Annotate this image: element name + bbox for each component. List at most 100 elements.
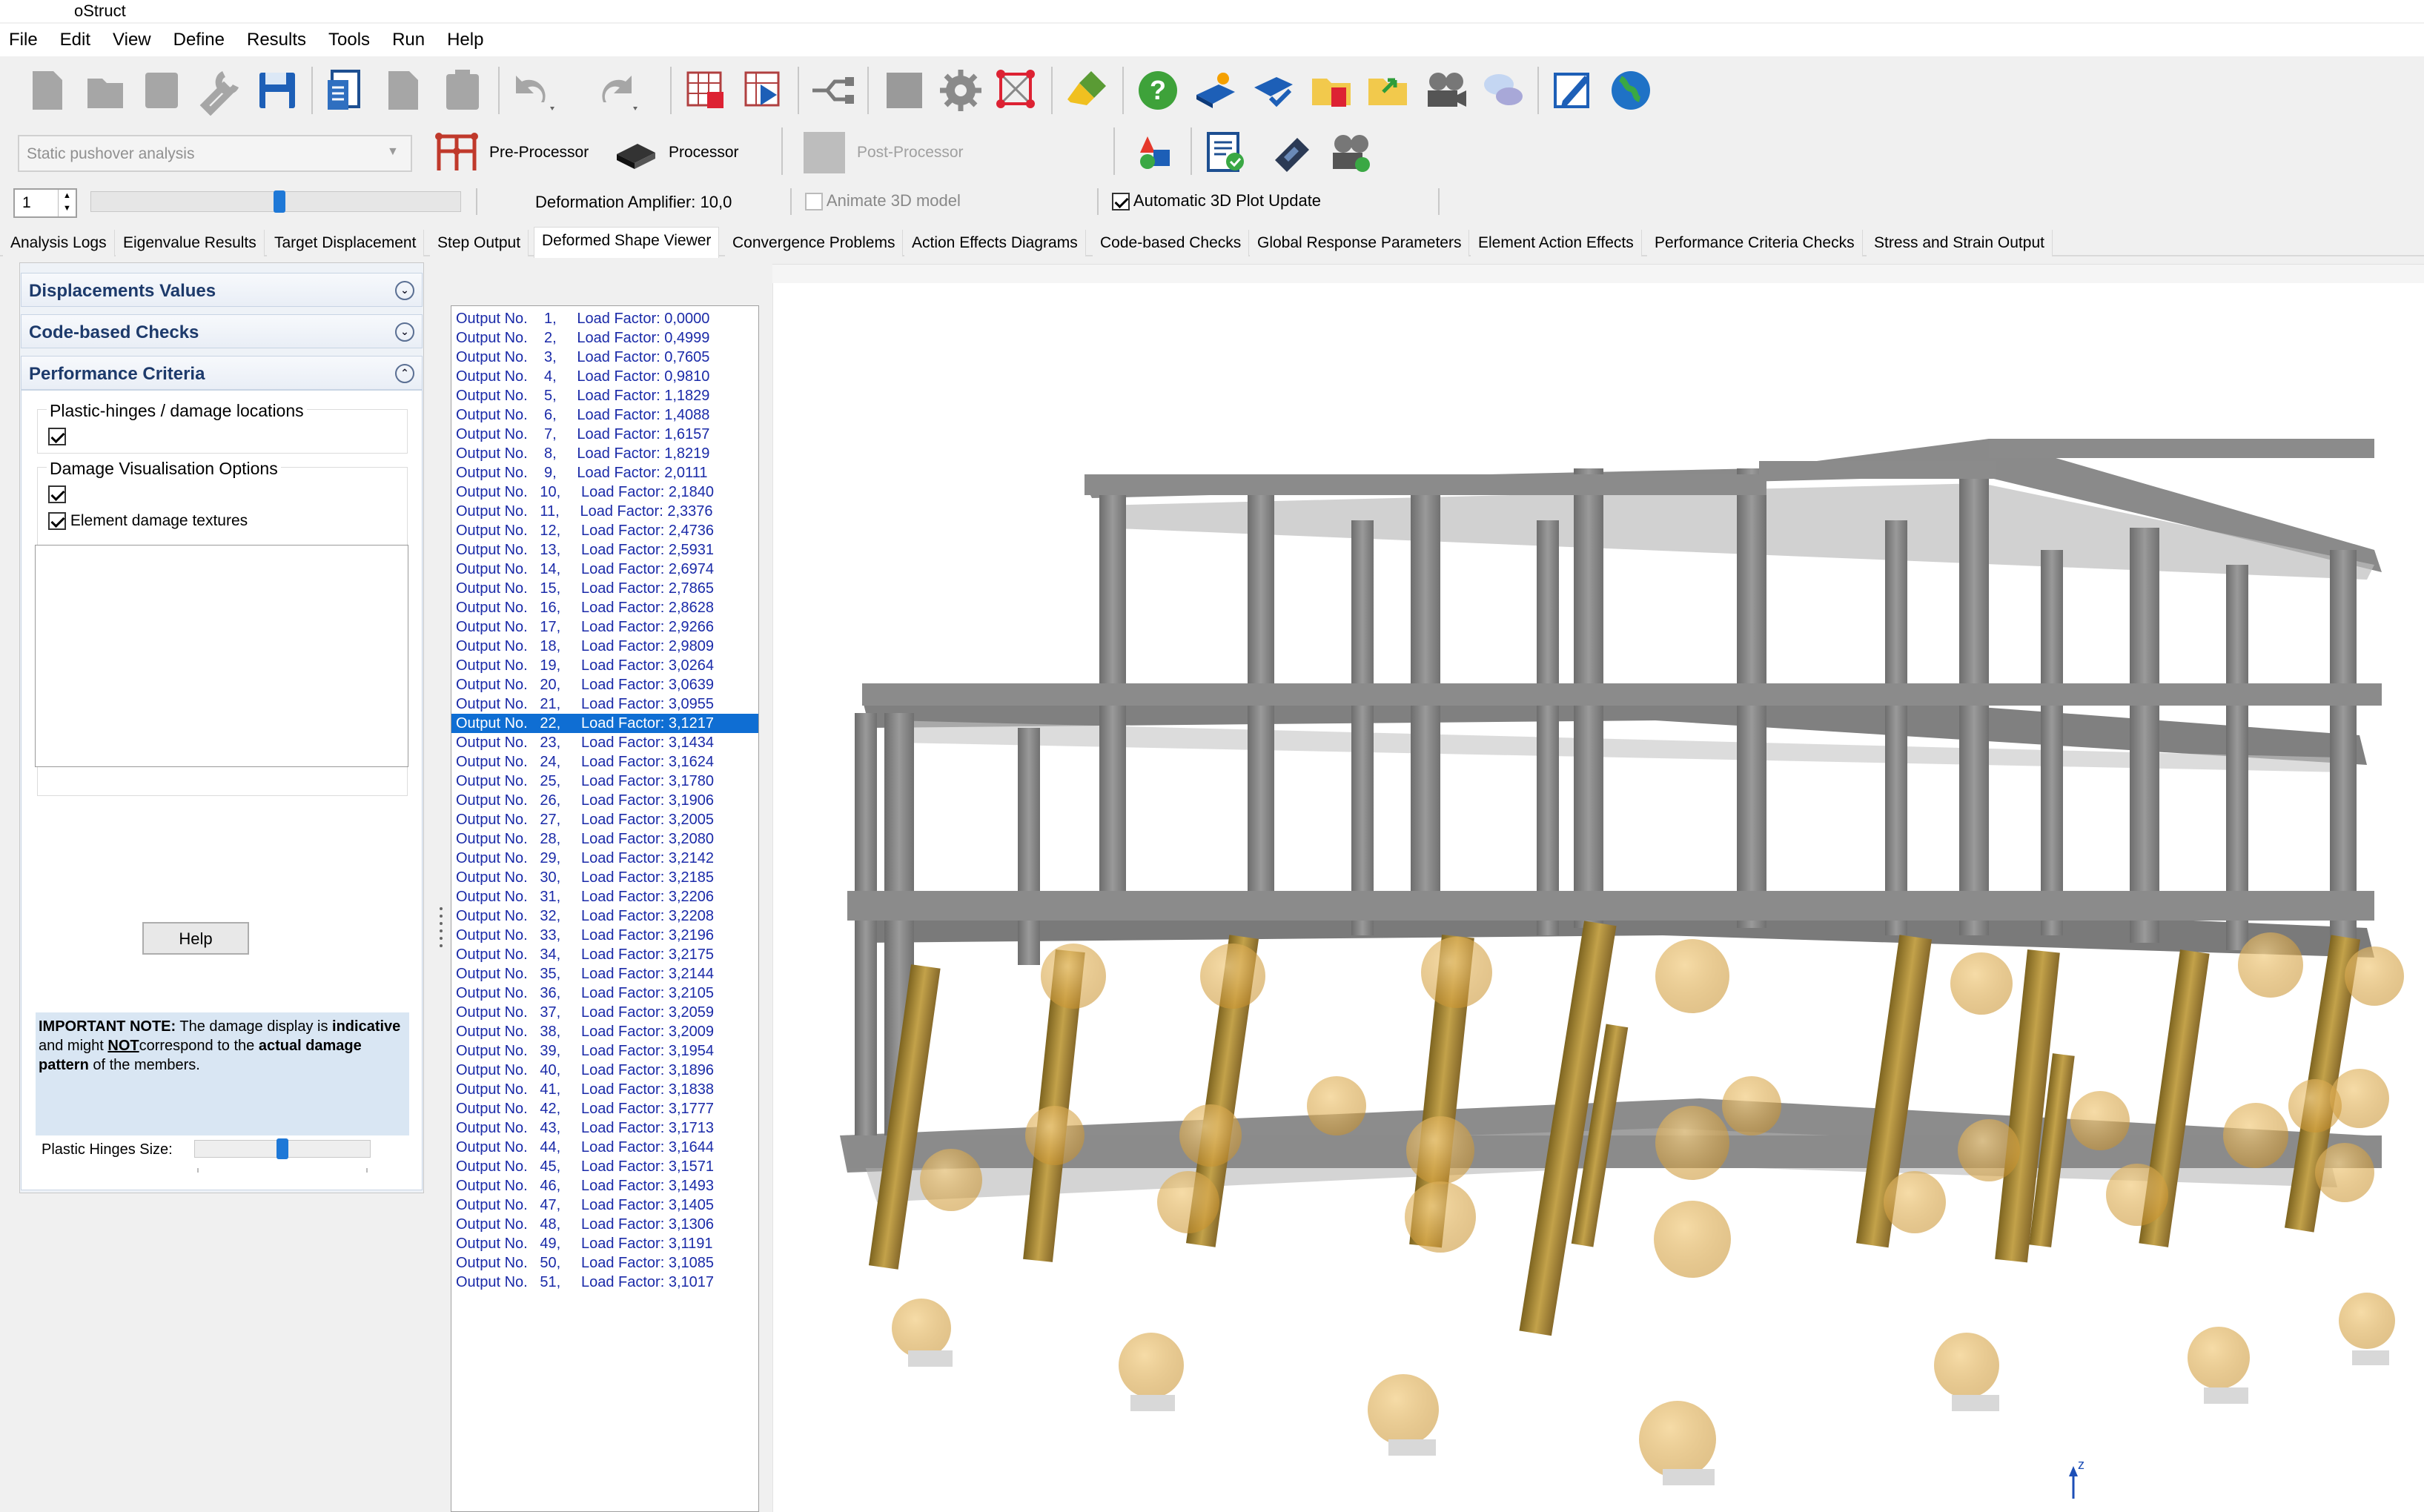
chat-icon[interactable] (1478, 65, 1529, 116)
auto-update-option[interactable]: Automatic 3D Plot Update (1112, 191, 1321, 211)
plastic-hinges-size-thumb[interactable] (276, 1138, 288, 1159)
menu-tools[interactable]: Tools (328, 30, 370, 50)
list-item[interactable]: Output No. 51, Load Factor: 3,1017 (451, 1273, 758, 1292)
list-item[interactable]: Output No. 23, Load Factor: 3,1434 (451, 733, 758, 752)
step-slider-thumb[interactable] (274, 190, 285, 213)
list-item[interactable]: Output No. 50, Load Factor: 3,1085 (451, 1253, 758, 1273)
list-item[interactable]: Output No. 21, Load Factor: 3,0955 (451, 694, 758, 714)
play-model-icon[interactable] (738, 65, 789, 116)
stop-icon[interactable] (879, 65, 930, 116)
code-checks-section-header[interactable]: Code-based Checks ⌄ (21, 314, 423, 348)
list-item[interactable]: Output No. 48, Load Factor: 3,1306 (451, 1215, 758, 1234)
list-item[interactable]: Output No. 22, Load Factor: 3,1217 (451, 714, 758, 733)
plastic-hinges-checkbox[interactable] (48, 428, 66, 445)
list-item[interactable]: Output No. 1, Load Factor: 0,0000 (451, 309, 758, 328)
video-camera-icon[interactable] (1325, 127, 1376, 178)
damage-visualisation-checkbox[interactable] (48, 485, 66, 503)
edit-note-icon[interactable] (1548, 65, 1598, 116)
processor-button[interactable]: Processor (612, 127, 739, 178)
list-item[interactable]: Output No. 35, Load Factor: 3,2144 (451, 964, 758, 984)
list-item[interactable]: Output No. 5, Load Factor: 1,1829 (451, 386, 758, 405)
performance-section-header[interactable]: Performance Criteria ⌃ (21, 356, 423, 390)
list-item[interactable]: Output No. 33, Load Factor: 3,2196 (451, 926, 758, 945)
menu-help[interactable]: Help (447, 30, 483, 50)
book-check-icon[interactable] (1248, 65, 1299, 116)
pre-processor-button[interactable]: Pre-Processor (433, 127, 589, 178)
undo-icon[interactable] (507, 65, 557, 116)
list-item[interactable]: Output No. 11, Load Factor: 2,3376 (451, 502, 758, 521)
menu-view[interactable]: View (113, 30, 151, 50)
list-item[interactable]: Output No. 9, Load Factor: 2,0111 (451, 463, 758, 483)
web-globe-icon[interactable] (1606, 65, 1656, 116)
film-icon[interactable] (1268, 127, 1318, 178)
copy-icon[interactable] (378, 65, 428, 116)
analysis-model-icon[interactable] (992, 65, 1042, 116)
list-item[interactable]: Output No. 40, Load Factor: 3,1896 (451, 1061, 758, 1080)
list-item[interactable]: Output No. 46, Load Factor: 3,1493 (451, 1176, 758, 1196)
output-list[interactable]: Output No. 1, Load Factor: 0,0000 Output … (451, 305, 759, 1512)
list-item[interactable]: Output No. 24, Load Factor: 3,1624 (451, 752, 758, 772)
step-spinner[interactable]: 1 ▲ ▼ (13, 188, 77, 218)
list-item[interactable]: Output No. 7, Load Factor: 1,6157 (451, 425, 758, 444)
list-item[interactable]: Output No. 27, Load Factor: 3,2005 (451, 810, 758, 829)
list-item[interactable]: Output No. 8, Load Factor: 1,8219 (451, 444, 758, 463)
tools-icon[interactable] (194, 65, 245, 116)
list-item[interactable]: Output No. 10, Load Factor: 2,1840 (451, 483, 758, 502)
tab-code-based-checks[interactable]: Code-based Checks (1093, 230, 1250, 256)
tab-stress-and-strain-output[interactable]: Stress and Strain Output (1867, 230, 2053, 256)
tab-convergence-problems[interactable]: Convergence Problems (725, 230, 904, 256)
redo-icon[interactable] (590, 65, 640, 116)
list-item[interactable]: Output No. 38, Load Factor: 3,2009 (451, 1022, 758, 1041)
collapse-icon[interactable]: ⌃ (395, 364, 414, 383)
list-item[interactable]: Output No. 43, Load Factor: 3,1713 (451, 1118, 758, 1138)
tab-step-output[interactable]: Step Output (430, 230, 529, 256)
save-as-icon[interactable] (136, 65, 187, 116)
model-grid-icon[interactable] (680, 65, 731, 116)
expand-icon[interactable]: ⌄ (395, 281, 414, 300)
new-icon[interactable] (22, 65, 73, 116)
analysis-type-select[interactable]: Static pushover analysis ▼ (18, 135, 412, 172)
menu-edit[interactable]: Edit (60, 30, 90, 50)
list-item[interactable]: Output No. 36, Load Factor: 3,2105 (451, 984, 758, 1003)
menu-results[interactable]: Results (247, 30, 306, 50)
spinner-arrows-icon[interactable]: ▲ ▼ (58, 190, 76, 216)
list-item[interactable]: Output No. 13, Load Factor: 2,5931 (451, 540, 758, 560)
report-icon[interactable] (320, 65, 371, 116)
list-item[interactable]: Output No. 15, Load Factor: 2,7865 (451, 579, 758, 598)
list-item[interactable]: Output No. 29, Load Factor: 3,2142 (451, 849, 758, 868)
list-item[interactable]: Output No. 16, Load Factor: 2,8628 (451, 598, 758, 617)
panel-splitter[interactable] (439, 906, 443, 953)
check-report-icon[interactable] (1201, 127, 1251, 178)
list-item[interactable]: Output No. 41, Load Factor: 3,1838 (451, 1080, 758, 1099)
tab-action-effects-diagrams[interactable]: Action Effects Diagrams (904, 230, 1086, 256)
tab-deformed-shape-viewer[interactable]: Deformed Shape Viewer (534, 227, 720, 258)
open-icon[interactable] (80, 65, 130, 116)
auto-update-checkbox[interactable] (1112, 193, 1130, 211)
open-folder-icon[interactable] (1306, 65, 1357, 116)
tab-eigenvalue-results[interactable]: Eigenvalue Results (116, 230, 265, 256)
help-button[interactable]: Help (142, 922, 249, 955)
list-item[interactable]: Output No. 18, Load Factor: 2,9809 (451, 637, 758, 656)
export-folder-icon[interactable] (1362, 65, 1413, 116)
list-item[interactable]: Output No. 20, Load Factor: 3,0639 (451, 675, 758, 694)
menu-file[interactable]: File (9, 30, 38, 50)
save-icon[interactable] (252, 65, 302, 116)
list-item[interactable]: Output No. 37, Load Factor: 3,2059 (451, 1003, 758, 1022)
list-item[interactable]: Output No. 32, Load Factor: 3,2208 (451, 906, 758, 926)
tab-performance-criteria-checks[interactable]: Performance Criteria Checks (1647, 230, 1863, 256)
list-item[interactable]: Output No. 25, Load Factor: 3,1780 (451, 772, 758, 791)
shapes-icon[interactable] (1131, 127, 1182, 178)
element-damage-textures-checkbox[interactable] (48, 512, 66, 531)
list-item[interactable]: Output No. 49, Load Factor: 3,1191 (451, 1234, 758, 1253)
displacements-section-header[interactable]: Displacements Values ⌄ (21, 273, 423, 307)
manual-icon[interactable] (1191, 65, 1241, 116)
splitter-grip-icon[interactable] (439, 906, 443, 953)
list-item[interactable]: Output No. 30, Load Factor: 3,2185 (451, 868, 758, 887)
tab-global-response-parameters[interactable]: Global Response Parameters (1250, 230, 1470, 256)
brush-icon[interactable] (1062, 65, 1112, 116)
list-item[interactable]: Output No. 14, Load Factor: 2,6974 (451, 560, 758, 579)
list-item[interactable]: Output No. 3, Load Factor: 0,7605 (451, 348, 758, 367)
deformed-shape-3d-view[interactable]: z (772, 283, 2424, 1512)
animate-3d-checkbox[interactable] (805, 193, 823, 211)
list-item[interactable]: Output No. 2, Load Factor: 0,4999 (451, 328, 758, 348)
